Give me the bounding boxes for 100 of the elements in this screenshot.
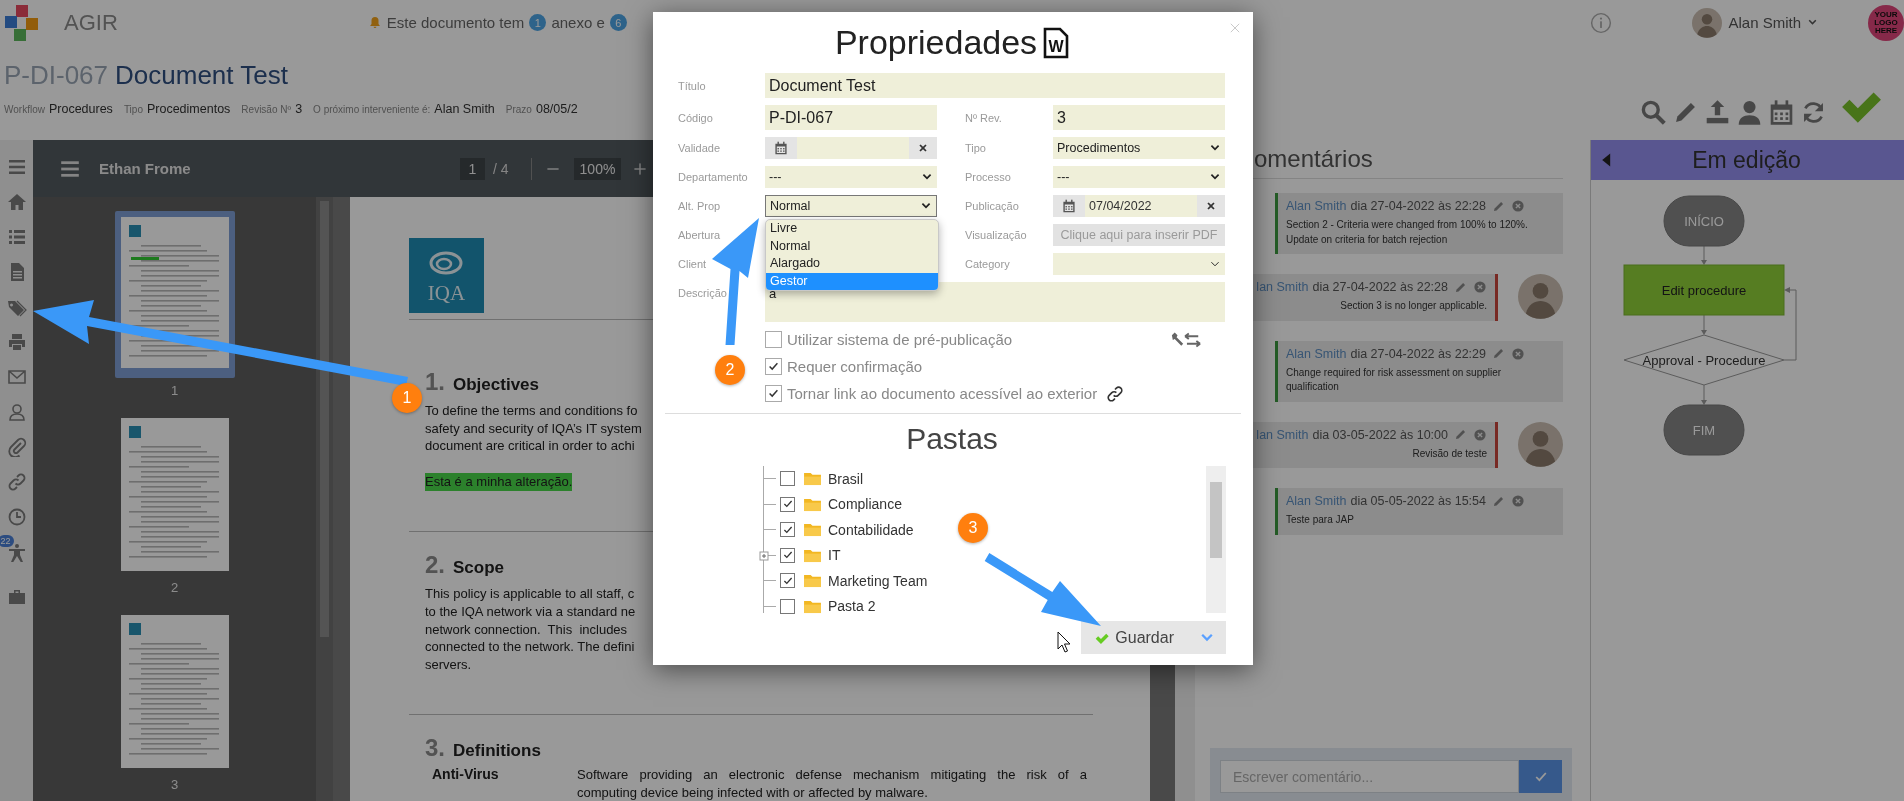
- dropdown-field[interactable]: ---: [1053, 166, 1225, 188]
- body-text: To define the terms and conditions fo: [425, 402, 638, 420]
- dropdown-option[interactable]: Alargado: [766, 255, 938, 273]
- briefcase-icon[interactable]: [6, 587, 27, 607]
- home-icon[interactable]: [6, 192, 27, 212]
- dropdown-toggle[interactable]: [1188, 621, 1226, 654]
- search-icon[interactable]: [1640, 99, 1667, 126]
- folder-name[interactable]: Marketing Team: [828, 572, 928, 589]
- clock-icon[interactable]: [6, 507, 27, 527]
- checkbox[interactable]: [780, 496, 795, 512]
- chevron-down-icon[interactable]: [1807, 17, 1818, 28]
- bell-icon: [367, 15, 382, 30]
- thumbnail-label: 2: [170, 580, 179, 595]
- checkbox[interactable]: [780, 573, 795, 589]
- delete-icon[interactable]: [1473, 427, 1487, 442]
- input-field[interactable]: Document Test: [765, 73, 1225, 98]
- company-logo: YOUR LOGO HERE: [1868, 4, 1904, 41]
- calendar-button[interactable]: [1053, 195, 1085, 217]
- delete-icon[interactable]: [1511, 494, 1525, 508]
- dialog-title: Propriedades: [834, 23, 1038, 62]
- body-text: safety and security of IQA’s IT system: [425, 419, 642, 438]
- task-node: Edit procedure: [1623, 264, 1785, 316]
- input-field[interactable]: P-DI-067: [765, 105, 937, 130]
- zoom-in-icon[interactable]: [633, 161, 648, 176]
- checkbox[interactable]: [780, 471, 795, 487]
- body-text: document are critical in order to achi: [425, 437, 635, 456]
- user-name[interactable]: Alan Smith: [1728, 14, 1801, 31]
- save-button[interactable]: Guardar: [1081, 621, 1188, 654]
- field-label: Título: [678, 79, 707, 92]
- thumbnail-label: 1: [170, 383, 179, 398]
- printer-icon[interactable]: [6, 332, 27, 352]
- page-number-field[interactable]: 1: [460, 157, 485, 180]
- avatar: [1518, 274, 1563, 319]
- folder-name[interactable]: IT: [828, 547, 841, 564]
- date-field[interactable]: 07/04/2022: [1085, 195, 1197, 217]
- decision-node: Approval - Procedure: [1623, 334, 1785, 386]
- start-node: INÍCIO: [1663, 195, 1745, 247]
- checkbox-label[interactable]: Tornar link ao documento acessível ao exterior: [787, 385, 1098, 402]
- delete-icon[interactable]: [1511, 199, 1525, 213]
- checkbox-label[interactable]: Utilizar sistema de pré-publicação: [787, 331, 1013, 348]
- calendar-button[interactable]: [765, 137, 797, 159]
- date-field[interactable]: [797, 137, 909, 159]
- body-text: network connection. This includes: [425, 620, 628, 639]
- notice-text: anexo e: [551, 14, 605, 31]
- delete-icon[interactable]: [1473, 280, 1487, 294]
- upload-icon[interactable]: [1704, 99, 1731, 126]
- checkbox[interactable]: [765, 358, 782, 375]
- folder-name[interactable]: Compliance: [828, 496, 902, 513]
- user-icon[interactable]: [1736, 99, 1763, 126]
- link-icon[interactable]: [1106, 384, 1125, 403]
- folder-name[interactable]: Pasta 2: [828, 598, 876, 615]
- comment-date: dia 03-05-2022 às 10:00: [1312, 427, 1448, 442]
- folder-name[interactable]: Brasil: [828, 470, 863, 487]
- avatar: [1692, 7, 1723, 38]
- x-icon: [917, 142, 929, 154]
- checkbox[interactable]: [765, 385, 782, 402]
- document-title: Document Test: [115, 59, 288, 92]
- highlighted-text: Esta é a minha alteração.: [425, 473, 573, 492]
- dropdown-field[interactable]: [1053, 253, 1225, 275]
- tick-icon: [767, 360, 780, 373]
- close-button[interactable]: [1229, 22, 1241, 34]
- page-thumbnail[interactable]: [114, 211, 235, 378]
- field-label: Nº Rev.: [965, 111, 1003, 124]
- menu-icon[interactable]: [6, 157, 27, 177]
- zoom-field[interactable]: 100%: [573, 157, 622, 180]
- input-field[interactable]: 3: [1053, 105, 1225, 130]
- accessibility-icon[interactable]: [6, 542, 27, 564]
- section-heading: Objectives: [453, 375, 539, 395]
- pencil-icon[interactable]: [1492, 199, 1505, 213]
- list-icon[interactable]: [6, 227, 27, 247]
- folder-name[interactable]: Contabilidade: [828, 521, 914, 538]
- expand-icon[interactable]: [759, 550, 769, 561]
- wrench-arrows-icon[interactable]: [1170, 330, 1202, 349]
- info-icon[interactable]: [1590, 11, 1613, 34]
- clear-button[interactable]: [909, 137, 937, 159]
- paperclip-icon[interactable]: [6, 437, 27, 457]
- comment-text: Change required for risk assessment on supplier qualification: [1286, 365, 1503, 394]
- calendar-icon[interactable]: [1768, 99, 1795, 126]
- pencil-icon[interactable]: [1492, 347, 1505, 360]
- field-label: Alt. Prop: [678, 200, 722, 212]
- dropdown-field[interactable]: Procedimentos: [1053, 137, 1225, 159]
- checkbox-label[interactable]: Requer confirmação: [787, 358, 923, 375]
- clear-button[interactable]: [1197, 195, 1225, 217]
- checkbox[interactable]: [780, 598, 795, 614]
- checkbox[interactable]: [765, 331, 782, 348]
- checkbox[interactable]: [780, 522, 795, 538]
- delete-icon[interactable]: [1511, 346, 1525, 361]
- pencil-icon[interactable]: [1492, 494, 1505, 508]
- meta-label: Tipo: [123, 104, 143, 115]
- pencil-icon[interactable]: [1454, 280, 1467, 294]
- envelope-icon[interactable]: [6, 367, 27, 387]
- pencil-icon[interactable]: [1454, 428, 1467, 441]
- dropdown-field[interactable]: ---: [765, 166, 937, 188]
- field-label: Client: [678, 258, 708, 270]
- dropdown-option[interactable]: Livre: [766, 220, 938, 238]
- field-label: Descrição: [678, 287, 728, 299]
- comment-date: dia 27-04-2022 às 22:29: [1350, 346, 1486, 361]
- checkbox[interactable]: [780, 547, 795, 563]
- person-outline-icon[interactable]: [6, 402, 27, 422]
- dropdown-option[interactable]: Normal: [766, 237, 938, 255]
